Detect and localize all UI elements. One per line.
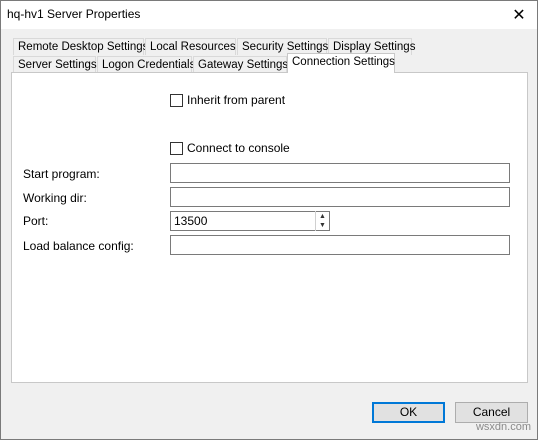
tab-server-settings[interactable]: Server Settings [13,56,97,73]
port-spinner: ▲ ▼ [315,211,329,231]
inherit-from-parent-checkbox[interactable] [170,94,183,107]
tab-gateway-settings[interactable]: Gateway Settings [193,56,288,73]
load-balance-config-input[interactable] [170,235,510,255]
connect-to-console-checkbox[interactable] [170,142,183,155]
close-icon[interactable]: ✕ [501,1,537,29]
tab-local-resources[interactable]: Local Resources [145,38,236,55]
inherit-from-parent-label[interactable]: Inherit from parent [187,93,285,107]
tab-remote-desktop-settings[interactable]: Remote Desktop Settings [13,38,148,55]
start-program-input[interactable] [170,163,510,183]
spin-up-icon[interactable]: ▲ [316,212,329,221]
cancel-button[interactable]: Cancel [455,402,528,423]
tab-connection-settings[interactable]: Connection Settings [287,53,395,73]
port-label: Port: [23,214,49,228]
window-title: hq-hv1 Server Properties [7,7,141,21]
load-balance-config-label: Load balance config: [23,239,134,253]
connect-to-console-label[interactable]: Connect to console [187,141,290,155]
port-input[interactable] [170,211,330,231]
working-dir-label: Working dir: [23,191,87,205]
tab-logon-credentials[interactable]: Logon Credentials [97,56,195,73]
watermark-text: wsxdn.com [475,421,531,433]
start-program-label: Start program: [23,167,100,181]
working-dir-input[interactable] [170,187,510,207]
ok-button[interactable]: OK [372,402,445,423]
spin-down-icon[interactable]: ▼ [316,221,329,230]
dialog-window: hq-hv1 Server Properties ✕ Remote Deskto… [0,0,538,440]
title-bar[interactable]: hq-hv1 Server Properties ✕ [1,1,537,29]
